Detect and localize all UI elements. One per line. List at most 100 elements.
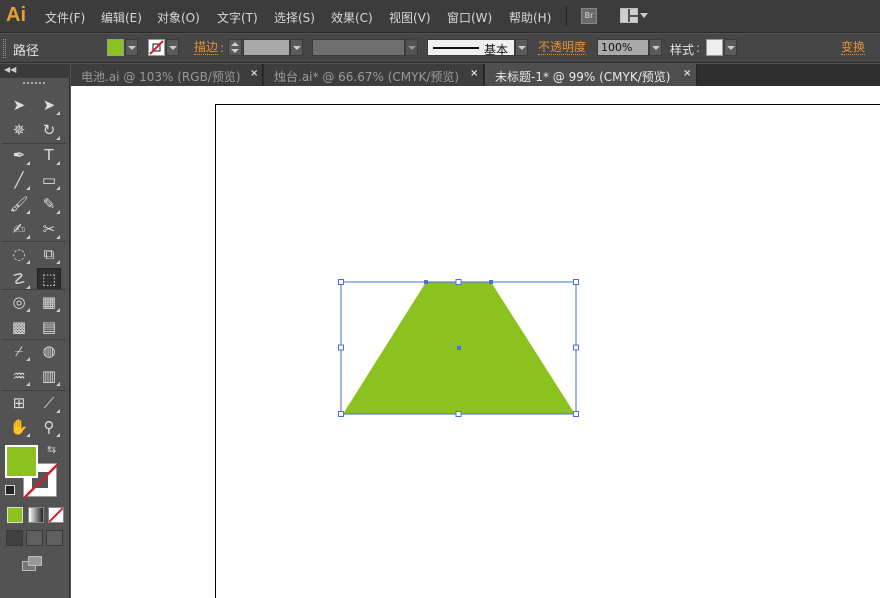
- gradient-tool[interactable]: ▤: [37, 316, 61, 338]
- stroke-weight-stepper[interactable]: [228, 39, 242, 56]
- tab-candlestick[interactable]: 烛台.ai* @ 66.67% (CMYK/预览) ×: [264, 64, 484, 86]
- pen-tool[interactable]: ✒: [7, 144, 31, 166]
- close-icon[interactable]: ×: [470, 68, 478, 79]
- menu-view[interactable]: 视图(V): [389, 9, 431, 26]
- panel-grip[interactable]: [3, 39, 6, 58]
- paintbrush-tool[interactable]: 🖌: [7, 193, 31, 215]
- handle-top-left[interactable]: [338, 279, 344, 285]
- zoom-icon: ⚲: [43, 418, 55, 436]
- tool-group-indicator: [56, 210, 60, 214]
- fill-color-box[interactable]: [5, 445, 38, 478]
- stroke-weight-input[interactable]: [243, 39, 290, 56]
- blob-brush-tool[interactable]: ✍: [7, 218, 31, 240]
- menu-select[interactable]: 选择(S): [274, 9, 315, 26]
- eyedropper-tool[interactable]: ⌿: [7, 340, 31, 362]
- selection-tool[interactable]: ➤: [7, 94, 31, 116]
- opacity-dropdown[interactable]: [649, 39, 662, 56]
- lasso-tool[interactable]: ↻: [37, 119, 61, 141]
- menu-type[interactable]: 文字(T): [217, 9, 258, 26]
- stroke-panel-link[interactable]: 描边: [194, 41, 219, 55]
- perspective-grid-tool[interactable]: ▦: [37, 291, 61, 313]
- stroke-preview-line: [433, 47, 479, 49]
- handle-top-right[interactable]: [573, 279, 579, 285]
- width-tool[interactable]: ☡: [7, 268, 31, 290]
- hand-tool[interactable]: ✋: [7, 416, 31, 438]
- default-fill-stroke-icon[interactable]: [5, 485, 15, 495]
- variable-width-profile[interactable]: [312, 39, 405, 56]
- stroke-dropdown[interactable]: [166, 39, 179, 56]
- tab-battery[interactable]: 电池.ai @ 103% (RGB/预览) ×: [71, 64, 263, 86]
- none-mode-button[interactable]: [48, 507, 64, 523]
- menu-effect[interactable]: 效果(C): [331, 9, 373, 26]
- tool-group-indicator: [56, 111, 60, 115]
- anchor-point[interactable]: [424, 280, 428, 284]
- close-icon[interactable]: ×: [250, 68, 258, 79]
- column-graph-icon: ▥: [41, 367, 57, 385]
- close-icon[interactable]: ×: [683, 68, 691, 79]
- type-tool[interactable]: T: [37, 144, 61, 166]
- stroke-weight-dropdown[interactable]: [290, 39, 303, 56]
- slice-tool[interactable]: ⟋: [37, 392, 61, 414]
- menu-edit[interactable]: 编辑(E): [101, 9, 142, 26]
- shape-builder-tool[interactable]: ◎: [7, 291, 31, 313]
- handle-bottom-center[interactable]: [455, 411, 462, 417]
- bridge-icon[interactable]: Br: [581, 8, 597, 24]
- menu-help[interactable]: 帮助(H): [509, 9, 551, 26]
- graphic-style-swatch[interactable]: [706, 39, 723, 56]
- magic-wand-tool[interactable]: ✵: [7, 119, 31, 141]
- fill-swatch[interactable]: [107, 39, 124, 56]
- scale-tool[interactable]: ⧉: [37, 243, 61, 265]
- brush-definition-dropdown[interactable]: [515, 39, 528, 56]
- draw-behind-button[interactable]: [26, 530, 43, 546]
- handle-bottom-left[interactable]: [338, 411, 344, 417]
- free-transform-tool[interactable]: ⬚: [37, 268, 61, 290]
- color-mode-button[interactable]: [7, 507, 23, 523]
- none-icon: [48, 507, 64, 523]
- menu-bar: Ai 文件(F) 编辑(E) 对象(O) 文字(T) 选择(S) 效果(C) 视…: [0, 0, 880, 33]
- handle-middle-left[interactable]: [338, 344, 344, 351]
- draw-inside-button[interactable]: [46, 530, 63, 546]
- gradient-mode-button[interactable]: [28, 507, 44, 523]
- line-segment-tool[interactable]: ╱: [7, 169, 31, 191]
- zoom-tool[interactable]: ⚲: [37, 416, 61, 438]
- workspace-switcher-icon[interactable]: [620, 8, 638, 23]
- draw-normal-button[interactable]: [6, 530, 23, 546]
- handle-top-center[interactable]: [455, 279, 462, 285]
- swap-fill-stroke-icon[interactable]: ⇆: [47, 443, 56, 456]
- tool-group-indicator: [56, 260, 60, 264]
- collapse-icon[interactable]: ◀◀: [4, 65, 16, 74]
- selected-artwork[interactable]: [330, 270, 590, 430]
- menu-file[interactable]: 文件(F): [45, 9, 85, 26]
- fill-dropdown[interactable]: [125, 39, 138, 56]
- stroke-swatch[interactable]: [148, 39, 165, 56]
- chevron-down-icon[interactable]: [640, 13, 648, 18]
- blend-tool[interactable]: ◍: [37, 340, 61, 362]
- variable-width-dropdown[interactable]: [405, 39, 418, 56]
- handle-middle-right[interactable]: [573, 344, 579, 351]
- anchor-point[interactable]: [489, 280, 493, 284]
- rectangle-tool[interactable]: ▭: [37, 169, 61, 191]
- pencil-tool[interactable]: ✎: [37, 193, 61, 215]
- rotate-icon: ◌: [12, 245, 26, 263]
- opacity-panel-link[interactable]: 不透明度: [538, 41, 587, 55]
- direct-selection-tool[interactable]: ➤: [37, 94, 61, 116]
- rotate-tool[interactable]: ◌: [7, 243, 31, 265]
- screen-mode-button[interactable]: [22, 556, 44, 572]
- scissors-tool[interactable]: ✂: [37, 218, 61, 240]
- tools-panel-header: ◀◀: [0, 64, 70, 78]
- tab-label: 烛台.ai* @ 66.67% (CMYK/预览): [274, 70, 460, 84]
- blend-icon: ◍: [42, 342, 56, 360]
- panel-grip[interactable]: [23, 82, 45, 85]
- opacity-input[interactable]: 100%: [597, 39, 649, 56]
- brush-definition[interactable]: 基本: [427, 39, 515, 57]
- symbol-sprayer-tool[interactable]: ♒: [7, 365, 31, 387]
- menu-object[interactable]: 对象(O): [157, 9, 200, 26]
- transform-panel-link[interactable]: 变换: [841, 41, 866, 55]
- menu-window[interactable]: 窗口(W): [447, 9, 492, 26]
- column-graph-tool[interactable]: ▥: [37, 365, 61, 387]
- tab-untitled-1[interactable]: 未标题-1* @ 99% (CMYK/预览) ×: [485, 64, 697, 86]
- artboard-tool[interactable]: ⊞: [7, 392, 31, 414]
- mesh-tool[interactable]: ▩: [7, 316, 31, 338]
- graphic-style-dropdown[interactable]: [724, 39, 737, 56]
- handle-bottom-right[interactable]: [573, 411, 579, 417]
